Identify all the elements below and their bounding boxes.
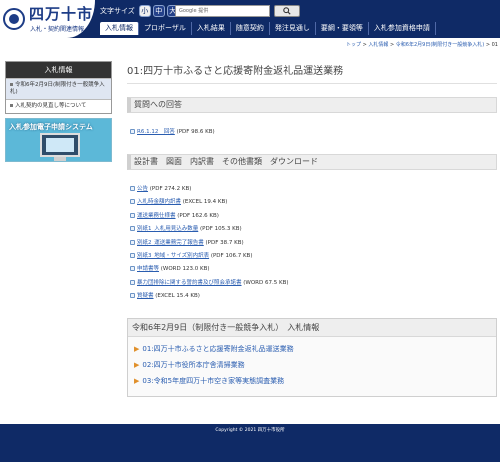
- file-icon: [130, 252, 135, 258]
- nav-qualification[interactable]: 入札参加資格申請: [369, 22, 436, 35]
- list-item: 入札時金額内訳書 (EXCEL 19.4 KB): [130, 199, 490, 212]
- breadcrumb-bid-info[interactable]: 入札情報: [368, 42, 388, 48]
- list-item: 公告 (PDF 274.2 KB): [130, 186, 490, 199]
- file-icon: [130, 212, 135, 218]
- bid-item-label: 02:四万十市役所本庁舎清掃業務: [142, 361, 245, 369]
- file-meta: (PDF 274.2 KB): [148, 186, 192, 192]
- list-item: 申請書等 (WORD 123.0 KB): [130, 266, 490, 279]
- file-meta: (PDF 98.6 KB): [174, 129, 215, 135]
- file-icon: [130, 129, 135, 134]
- file-meta: (PDF 162.6 KB): [175, 212, 219, 219]
- qa-section-title: 質問への回答: [127, 97, 497, 113]
- logo-city-name: 四万十市: [29, 5, 94, 23]
- computer-stand-icon: [54, 157, 66, 161]
- file-meta: (PDF 38.7 KB): [203, 239, 244, 246]
- file-icon: [130, 266, 135, 272]
- bid-item-link[interactable]: ▶ 03:令和5年度四万十市空き家等実態調査業務: [128, 373, 496, 389]
- list-item: 別紙1_入札用見込み数量 (PDF 105.3 KB): [130, 226, 490, 239]
- banner-text: 入札参加電子申請システム: [9, 123, 93, 131]
- sidebar-menu: 入札情報 令和6年2月9日(制限付き一般競争入札) 入札契約の見直し等について: [5, 61, 112, 114]
- file-meta: (EXCEL 15.4 KB): [153, 293, 200, 300]
- font-size-label: 文字サイズ: [100, 7, 135, 15]
- file-icon: [130, 239, 135, 245]
- font-size-small-button[interactable]: 小: [138, 5, 151, 17]
- sidebar-item-review[interactable]: 入札契約の見直し等について: [6, 99, 111, 113]
- file-link[interactable]: R6.1.12 回答: [137, 129, 175, 135]
- list-item: R6.1.12 回答 (PDF 98.6 KB): [130, 129, 490, 142]
- docs-file-list: 公告 (PDF 274.2 KB) 入札時金額内訳書 (EXCEL 19.4 K…: [130, 186, 490, 307]
- sidebar-item-label: 令和6年2月9日(制限付き一般競争入札): [10, 82, 105, 95]
- file-icon: [130, 226, 135, 232]
- bid-item-label: 03:令和5年度四万十市空き家等実態調査業務: [142, 377, 285, 385]
- search-input[interactable]: Google 提供: [175, 5, 270, 17]
- city-emblem-icon: [3, 8, 25, 30]
- arrow-right-icon: ▶: [134, 377, 140, 385]
- list-item: 質疑書 (EXCEL 15.4 KB): [130, 293, 490, 306]
- nav-bid-results[interactable]: 入札結果: [192, 22, 231, 35]
- nav-bid-info[interactable]: 入札情報: [100, 22, 139, 35]
- file-icon: [130, 186, 135, 191]
- list-item: 運送業務仕様書 (PDF 162.6 KB): [130, 212, 490, 226]
- qa-file-list: R6.1.12 回答 (PDF 98.6 KB): [130, 129, 490, 142]
- nav-guidelines[interactable]: 要綱・要領等: [316, 22, 369, 35]
- file-link[interactable]: 暴力団排除に関する誓約書及び照会承諾書: [137, 280, 242, 286]
- nav-negotiated-contract[interactable]: 随意契約: [231, 22, 270, 35]
- docs-section-title: 設計書 図面 内訳書 その他書類 ダウンロード: [127, 154, 497, 170]
- e-application-banner[interactable]: 入札参加電子申請システム: [5, 118, 112, 162]
- list-item: 暴力団排除に関する誓約書及び照会承諾書 (WORD 67.5 KB): [130, 279, 490, 293]
- file-link[interactable]: 申請書等: [137, 266, 159, 272]
- file-icon: [130, 199, 135, 205]
- main-content: 01:四万十市ふるさと応援寄附金返礼品運送業務: [127, 60, 497, 84]
- site-footer: Copyright © 2021 四万十市役所: [0, 424, 500, 462]
- bid-info-box: 令和6年2月9日（制限付き一般競争入札） 入札情報 ▶ 01:四万十市ふるさと応援…: [127, 318, 497, 397]
- file-link[interactable]: 入札時金額内訳書: [137, 199, 181, 205]
- bid-item-link[interactable]: ▶ 01:四万十市ふるさと応援寄附金返礼品運送業務: [128, 341, 496, 357]
- copyright-text: Copyright © 2021 四万十市役所: [215, 428, 285, 433]
- search-icon: [283, 7, 291, 15]
- file-link[interactable]: 質疑書: [137, 293, 154, 299]
- file-meta: (WORD 67.5 KB): [241, 279, 289, 286]
- page-title: 01:四万十市ふるさと応援寄附金返礼品運送業務: [127, 60, 497, 84]
- file-link[interactable]: 運送業務仕様書: [137, 213, 176, 219]
- site-logo[interactable]: 四万十市 入札・契約関連情報: [0, 0, 95, 38]
- site-header: 四万十市 入札・契約関連情報 文字サイズ 小 中 大 Google 提供 入札情…: [0, 0, 500, 38]
- logo-subtitle: 入札・契約関連情報: [30, 26, 85, 33]
- file-link[interactable]: 別紙1_入札用見込み数量: [137, 226, 198, 232]
- nav-order-outlook[interactable]: 発注見通し: [270, 22, 316, 35]
- breadcrumb: トップ > 入札情報 > 令和6年2月9日(制限付き一般競争入札) > 01: [346, 41, 498, 48]
- list-item: 別紙2_運送業務完了報告書 (PDF 38.7 KB): [130, 239, 490, 253]
- sidebar-item-label: 入札契約の見直し等について: [15, 103, 87, 109]
- file-link[interactable]: 公告: [137, 186, 148, 192]
- file-meta: (EXCEL 19.4 KB): [181, 199, 228, 206]
- arrow-right-icon: ▶: [134, 361, 140, 369]
- breadcrumb-sep: >: [388, 42, 396, 48]
- list-item: 別紙3_地域・サイズ別内訳表 (PDF 106.7 KB): [130, 252, 490, 266]
- bid-item-label: 01:四万十市ふるさと応援寄附金返礼品運送業務: [142, 345, 294, 353]
- breadcrumb-current: 01: [491, 42, 498, 48]
- breadcrumb-bid-date[interactable]: 令和6年2月9日(制限付き一般競争入札): [396, 42, 484, 48]
- font-size-medium-button[interactable]: 中: [152, 5, 165, 17]
- file-link[interactable]: 別紙2_運送業務完了報告書: [137, 240, 204, 246]
- file-link[interactable]: 別紙3_地域・サイズ別内訳表: [137, 253, 209, 259]
- bullet-icon: [10, 104, 13, 107]
- global-nav: 入札情報 プロポーザル 入札結果 随意契約 発注見通し 要綱・要領等 入札参加資…: [100, 22, 436, 35]
- sidebar-title: 入札情報: [6, 62, 111, 78]
- breadcrumb-home[interactable]: トップ: [346, 42, 361, 48]
- bullet-icon: [10, 83, 13, 86]
- file-meta: (PDF 105.3 KB): [198, 226, 242, 233]
- file-meta: (WORD 123.0 KB): [159, 266, 210, 273]
- nav-proposal[interactable]: プロポーザル: [139, 22, 192, 35]
- font-size-switcher: 文字サイズ 小 中 大: [100, 5, 181, 17]
- bid-item-link[interactable]: ▶ 02:四万十市役所本庁舎清掃業務: [128, 357, 496, 373]
- file-icon: [130, 279, 135, 285]
- file-icon: [130, 293, 135, 299]
- search-button[interactable]: [274, 5, 300, 17]
- computer-icon: [40, 133, 80, 157]
- breadcrumb-sep: >: [484, 42, 492, 48]
- file-meta: (PDF 106.7 KB): [209, 252, 253, 259]
- arrow-right-icon: ▶: [134, 345, 140, 353]
- bid-info-title: 令和6年2月9日（制限付き一般競争入札） 入札情報: [128, 319, 496, 337]
- sidebar-item-bid-date[interactable]: 令和6年2月9日(制限付き一般競争入札): [6, 78, 111, 99]
